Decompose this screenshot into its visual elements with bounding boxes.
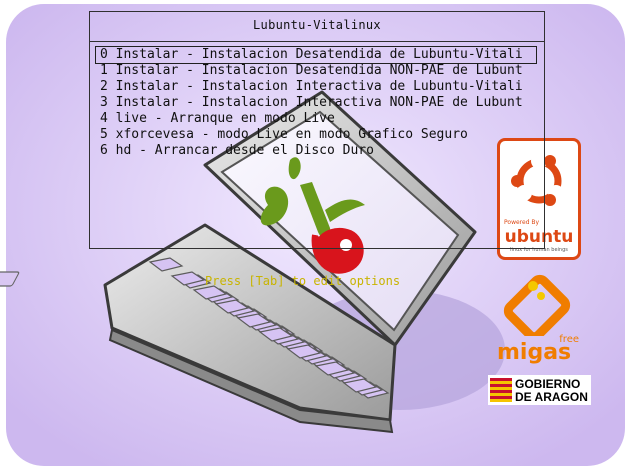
menu-item-xforcevesa[interactable]: 5 xforcevesa - modo Live en modo Grafico… [96, 127, 536, 143]
boot-screen: Powered By ubuntu linux for human beings… [0, 0, 631, 470]
migas-symbol-icon [503, 274, 571, 336]
gobierno-line-1: GOBIERNO [515, 377, 581, 391]
migas-logo: free migas [495, 274, 585, 366]
tab-edit-hint: Press [Tab] to edit options [205, 274, 401, 288]
menu-item-instalar-interactiva[interactable]: 2 Instalar - Instalacion Interactiva de … [96, 79, 536, 95]
menu-item-instalar-desatendida-nonpae[interactable]: 1 Instalar - Instalacion Desatendida NON… [96, 63, 536, 79]
migas-wordmark: migas [497, 340, 572, 365]
boot-menu-title: Lubuntu-Vitalinux [253, 18, 381, 32]
boot-menu-window: Lubuntu-Vitalinux 0 Instalar - Instalaci… [89, 11, 545, 249]
menu-item-instalar-interactiva-nonpae[interactable]: 3 Instalar - Instalacion Interactiva NON… [96, 95, 536, 111]
menu-item-instalar-desatendida[interactable]: 0 Instalar - Instalacion Desatendida de … [95, 46, 537, 64]
gobierno-aragon-logo: GOBIERNO DE ARAGON [488, 375, 591, 405]
menu-item-hd[interactable]: 6 hd - Arrancar desde el Disco Duro [96, 143, 536, 159]
menu-item-live[interactable]: 4 live - Arranque en modo Live [96, 111, 536, 127]
boot-menu-list: 0 Instalar - Instalacion Desatendida de … [95, 46, 537, 159]
title-divider [90, 41, 544, 42]
aragon-flag-icon [490, 378, 512, 402]
gobierno-line-2: DE ARAGON [515, 390, 588, 404]
